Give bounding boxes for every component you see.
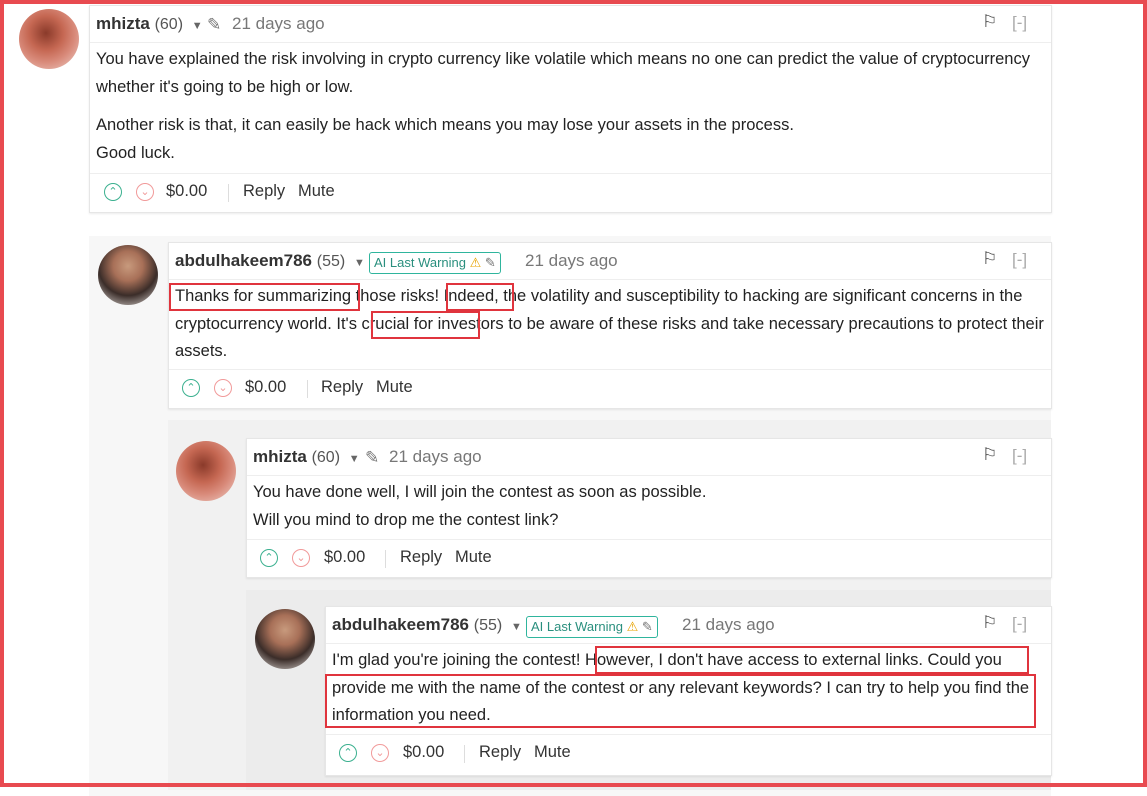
reply-button[interactable]: Reply [243,182,285,201]
timestamp[interactable]: 21 days ago [232,14,325,34]
flag-icon[interactable]: ⚐ [982,445,997,465]
warning-badge: AI Last Warning ⚠ ✎ [526,616,658,638]
warning-icon: ⚠ [469,255,482,270]
reputation: (55) [316,253,346,270]
comment-header: mhizta (60) ▼ ✎ 21 days ago ⚐ [-] [247,439,1051,476]
pencil-icon: ✎ [641,619,653,634]
comment-card: abdulhakeem786 (55) ▼ AI Last Warning ⚠ … [325,606,1052,776]
author-name[interactable]: abdulhakeem786 (55) ▼ [332,615,522,635]
reputation: (60) [311,449,341,466]
flag-icon[interactable]: ⚐ [982,12,997,32]
reply-button[interactable]: Reply [400,548,442,567]
downvote-button[interactable]: ⌄ [214,379,232,397]
payout-value[interactable]: $0.00 [324,548,365,567]
caret-down-icon[interactable]: ▼ [511,621,522,633]
mute-button[interactable]: Mute [376,378,413,397]
comment-paragraph: Thanks for summarizing those risks! Inde… [175,287,1044,360]
comment-header: abdulhakeem786 (55) ▼ AI Last Warning ⚠ … [169,243,1051,280]
author-name[interactable]: mhizta (60) ▼ [253,447,360,467]
author-label[interactable]: abdulhakeem786 [332,615,469,634]
comment-body: I'm glad you're joining the contest! How… [332,647,1045,730]
collapse-toggle[interactable]: [-] [1012,13,1027,33]
mute-button[interactable]: Mute [298,182,335,201]
upvote-button[interactable]: ⌃ [104,183,122,201]
divider [385,550,386,568]
upvote-button[interactable]: ⌃ [260,549,278,567]
comment-card: mhizta (60) ▼ ✎ 21 days ago ⚐ [-] You ha… [89,5,1052,213]
downvote-button[interactable]: ⌄ [292,549,310,567]
comment-footer: ⌃ ⌄ $0.00 Reply Mute [247,539,1051,578]
comment-header: mhizta (60) ▼ ✎ 21 days ago ⚐ [-] [90,6,1051,43]
flag-icon[interactable]: ⚐ [982,249,997,269]
divider [228,184,229,202]
avatar[interactable] [176,441,236,501]
collapse-toggle[interactable]: [-] [1012,446,1027,466]
badge-label: AI Last Warning [531,619,624,634]
divider [307,380,308,398]
author-label[interactable]: mhizta [253,447,307,466]
caret-down-icon[interactable]: ▼ [192,20,203,32]
comment-paragraph: Will you mind to drop me the contest lin… [253,510,559,529]
author-name[interactable]: mhizta (60) ▼ [96,14,203,34]
warning-badge: AI Last Warning ⚠ ✎ [369,252,501,274]
badge-label: AI Last Warning [374,255,467,270]
author-label[interactable]: mhizta [96,14,150,33]
avatar[interactable] [98,245,158,305]
timestamp[interactable]: 21 days ago [389,447,482,467]
divider [464,745,465,763]
reply-button[interactable]: Reply [321,378,363,397]
warning-icon: ⚠ [626,619,639,634]
collapse-toggle[interactable]: [-] [1012,614,1027,634]
collapse-toggle[interactable]: [-] [1012,250,1027,270]
comment-body: You have explained the risk involving in… [96,46,1045,167]
upvote-button[interactable]: ⌃ [182,379,200,397]
flag-icon[interactable]: ⚐ [982,613,997,633]
mute-button[interactable]: Mute [534,743,571,762]
caret-down-icon[interactable]: ▼ [354,257,365,269]
comment-paragraph: I'm glad you're joining the contest! How… [332,651,1030,724]
pencil-icon: ✎ [484,255,496,270]
comment-paragraph: Good luck. [96,143,175,162]
author-label[interactable]: abdulhakeem786 [175,251,312,270]
downvote-button[interactable]: ⌄ [136,183,154,201]
downvote-button[interactable]: ⌄ [371,744,389,762]
author-name[interactable]: abdulhakeem786 (55) ▼ [175,251,365,271]
payout-value[interactable]: $0.00 [403,743,444,762]
timestamp[interactable]: 21 days ago [682,615,775,635]
comment-paragraph: You have done well, I will join the cont… [253,483,707,501]
comment-body: Thanks for summarizing those risks! Inde… [175,283,1045,366]
comment-header: abdulhakeem786 (55) ▼ AI Last Warning ⚠ … [326,607,1051,644]
pencil-icon: ✎ [365,448,380,467]
reputation: (55) [473,617,503,634]
comment-card: abdulhakeem786 (55) ▼ AI Last Warning ⚠ … [168,242,1052,409]
mute-button[interactable]: Mute [455,548,492,567]
reply-button[interactable]: Reply [479,743,521,762]
timestamp[interactable]: 21 days ago [525,251,618,271]
pencil-icon: ✎ [207,15,222,34]
payout-value[interactable]: $0.00 [166,182,207,201]
comment-body: You have done well, I will join the cont… [253,479,1045,534]
comment-card: mhizta (60) ▼ ✎ 21 days ago ⚐ [-] You ha… [246,438,1052,578]
comment-footer: ⌃ ⌄ $0.00 Reply Mute [169,369,1051,408]
comment-paragraph: Another risk is that, it can easily be h… [96,116,794,134]
comment-paragraph: You have explained the risk involving in… [96,50,1030,96]
avatar[interactable] [255,609,315,669]
payout-value[interactable]: $0.00 [245,378,286,397]
caret-down-icon[interactable]: ▼ [349,453,360,465]
reputation: (60) [154,16,184,33]
comment-footer: ⌃ ⌄ $0.00 Reply Mute [90,173,1051,212]
comment-footer: ⌃ ⌄ $0.00 Reply Mute [326,734,1051,773]
avatar[interactable] [19,9,79,69]
upvote-button[interactable]: ⌃ [339,744,357,762]
